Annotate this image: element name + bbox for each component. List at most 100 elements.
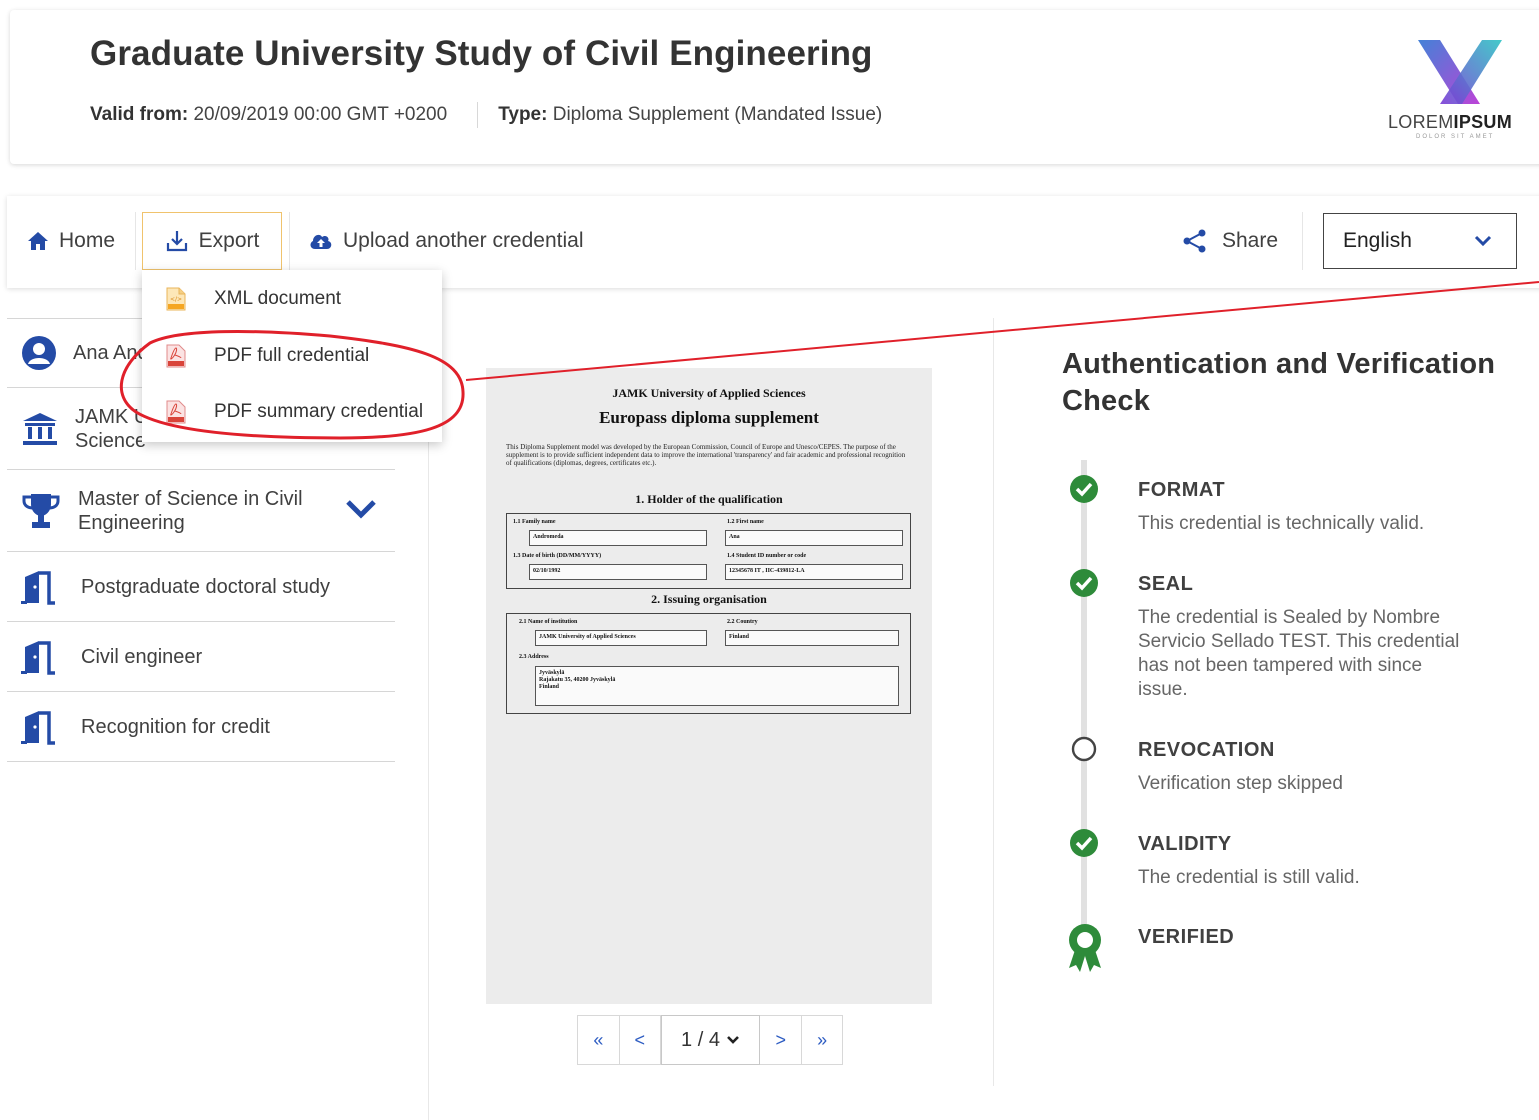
award-ribbon-icon [1066, 922, 1104, 979]
upload-label: Upload another credential [343, 229, 584, 252]
download-icon [165, 229, 189, 253]
export-label: Export [198, 229, 260, 252]
chevron-down-icon [1474, 229, 1492, 253]
sidebar-item-label: Civil engineer [81, 645, 203, 668]
document-preview[interactable]: JAMK University of Applied Sciences Euro… [486, 368, 932, 1004]
verification-title: Authentication and Verification Check [1062, 348, 1496, 417]
sidebar-item-label: JAMK U Science [75, 405, 149, 452]
sidebar-item-recognition[interactable]: Recognition for credit [7, 692, 395, 762]
step-validity-title: VALIDITY [1138, 833, 1232, 855]
share-button[interactable]: Share [1182, 212, 1278, 270]
next-page-button[interactable]: > [760, 1016, 803, 1064]
export-item-label: PDF summary credential [214, 401, 424, 422]
user-icon [21, 335, 57, 371]
step-format-title: FORMAT [1138, 479, 1226, 501]
step-revocation-desc: Verification step skipped [1138, 773, 1343, 794]
toolbar-divider [135, 212, 136, 270]
field-value: 12345678 IT , IIC-439812-LA [725, 564, 903, 580]
share-label: Share [1222, 229, 1279, 252]
page-navigator: « < 1 / 4 > » [577, 1015, 843, 1065]
sidebar-item-label: Postgraduate doctoral study [81, 575, 331, 598]
export-menu: </> XML document PDF full credential PDF… [142, 270, 442, 442]
door-exit-icon [21, 639, 63, 675]
field-label: 2.2 Country [727, 619, 758, 625]
field-value: Andromeda [529, 530, 707, 546]
meta-divider [477, 102, 479, 128]
field-label: 1.3 Date of birth (DD/MM/YYYY) [513, 553, 602, 559]
prev-page-button[interactable]: < [620, 1016, 661, 1064]
language-select[interactable]: English [1323, 213, 1517, 269]
toolbar-divider [289, 212, 290, 270]
logo-subtext: DOLOR SIT AMET [1416, 134, 1495, 140]
export-button[interactable]: Export [142, 212, 282, 270]
panel-divider [993, 318, 994, 1086]
document-intro: This Diploma Supplement model was develo… [506, 443, 906, 467]
home-icon [27, 230, 49, 252]
step-revocation-title: REVOCATION [1138, 739, 1275, 761]
share-icon [1182, 228, 1208, 254]
step-validity-desc: The credential is still valid. [1138, 867, 1360, 888]
trophy-icon [21, 492, 61, 530]
step-format-desc: This credential is technically valid. [1138, 513, 1425, 534]
step-seal-desc: The credential is Sealed by Nombre Servi… [1138, 607, 1460, 700]
sidebar-item-label: Ana And [73, 342, 149, 364]
door-exit-icon [21, 569, 63, 605]
export-pdf-full-item[interactable]: PDF full credential [142, 328, 442, 384]
logo-text: LOREMIPSUM [1388, 112, 1513, 132]
logo-x-mark [1418, 40, 1502, 104]
field-value: JAMK University of Applied Sciences [535, 630, 707, 646]
door-exit-icon [21, 709, 63, 745]
xml-file-icon: </> [166, 287, 186, 317]
check-circle-icon [1069, 568, 1099, 603]
pdf-file-icon [166, 344, 186, 374]
sidebar-item-doctoral-study[interactable]: Postgraduate doctoral study [7, 552, 395, 622]
home-button[interactable]: Home [27, 212, 115, 270]
institution-icon [21, 411, 59, 447]
sidebar-item-civil-engineer[interactable]: Civil engineer [7, 622, 395, 692]
page-indicator: 1 / 4 [681, 1028, 720, 1051]
issuer-box: 2.1 Name of institution JAMK University … [506, 613, 911, 714]
language-value: English [1343, 229, 1412, 252]
document-section-heading: 2. Issuing organisation [651, 592, 767, 606]
chevron-down-icon[interactable] [345, 498, 377, 526]
sidebar-item-label: Recognition for credit [81, 715, 270, 738]
sidebar-item-qualification[interactable]: Master of Science in Civil Engineering [7, 470, 395, 552]
upload-credential-button[interactable]: Upload another credential [309, 212, 584, 270]
field-label: 2.1 Name of institution [519, 619, 578, 625]
page-title: Graduate University Study of Civil Engin… [90, 34, 873, 73]
step-seal-title: SEAL [1138, 573, 1194, 595]
holder-box: 1.1 Family name Andromeda 1.2 First name… [506, 513, 911, 589]
field-value: Ana [725, 530, 903, 546]
toolbar-divider [1302, 212, 1303, 270]
type-label: Type: [498, 104, 548, 125]
pdf-file-icon [166, 400, 186, 430]
address-field: Jyväskylä Rajakatu 35, 40200 Jyväskylä Fin… [535, 666, 899, 706]
valid-from-value: 20/09/2019 00:00 GMT +0200 [193, 104, 448, 125]
svg-text:</>: </> [170, 296, 182, 303]
credential-header: Graduate University Study of Civil Engin… [10, 10, 1539, 164]
export-pdf-summary-item[interactable]: PDF summary credential [142, 384, 442, 440]
step-verified-title: VERIFIED [1138, 926, 1235, 948]
empty-circle-icon [1071, 736, 1097, 767]
home-label: Home [59, 229, 116, 252]
document-section-heading: 1. Holder of the qualification [635, 492, 783, 506]
field-value: Finland [725, 630, 899, 646]
check-circle-icon [1069, 828, 1099, 863]
check-circle-icon [1069, 474, 1099, 509]
type-value: Diploma Supplement (Mandated Issue) [552, 104, 883, 125]
field-label: 1.2 First name [727, 519, 764, 525]
field-label: 1.4 Student ID number or code [727, 553, 807, 559]
first-page-button[interactable]: « [578, 1016, 620, 1064]
verification-timeline [1081, 460, 1087, 940]
document-institution: JAMK University of Applied Sciences [612, 386, 806, 400]
page-select[interactable]: 1 / 4 [660, 1015, 761, 1065]
valid-from-label: Valid from: [90, 104, 189, 125]
document-title: Europass diploma supplement [599, 408, 819, 427]
field-label: 1.1 Family name [513, 519, 556, 525]
export-item-label: PDF full credential [214, 345, 370, 366]
credential-meta: Valid from: 20/09/2019 00:00 GMT +0200 T… [90, 102, 882, 128]
field-value: 02/10/1992 [529, 564, 707, 580]
last-page-button[interactable]: » [802, 1016, 842, 1064]
export-item-label: XML document [214, 288, 342, 309]
export-xml-item[interactable]: </> XML document [142, 271, 442, 327]
